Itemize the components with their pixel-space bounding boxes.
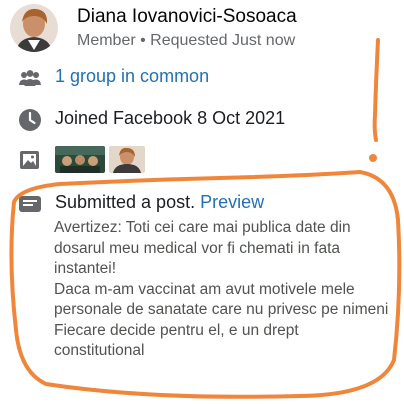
profile-header[interactable]: Diana Iovanovici-Sosoaca Member • Reques… [10, 4, 390, 54]
photo-icon [20, 151, 39, 169]
photo-thumbnail[interactable] [55, 146, 105, 173]
membership-status: Member • Requested Just now [77, 32, 296, 49]
photo-thumbnail[interactable] [109, 146, 145, 173]
group-icon [19, 70, 41, 86]
preview-link[interactable]: Preview [200, 192, 264, 212]
avatar[interactable] [10, 4, 58, 52]
groups-in-common-link[interactable]: 1 group in common [55, 66, 209, 87]
post-line: Fiecare decide pentru el, e un drept con… [54, 321, 299, 360]
groups-in-common-row[interactable]: 1 group in common [18, 64, 378, 92]
post-preview-text: Avertizez: Toti cei care mai publica dat… [54, 218, 389, 362]
clock-icon [19, 109, 41, 131]
photos-row[interactable] [18, 146, 378, 176]
submitted-post-text: Submitted a post. [55, 192, 196, 212]
post-action: Submitted a post. Preview [55, 192, 264, 213]
post-line: Daca m-am vaccinat am avut motivele mele… [54, 280, 389, 319]
joined-text: Joined Facebook 8 Oct 2021 [55, 108, 286, 128]
profile-name[interactable]: Diana Iovanovici-Sosoaca [77, 6, 297, 28]
joined-row: Joined Facebook 8 Oct 2021 [18, 106, 378, 134]
post-icon [19, 196, 41, 212]
post-line: Avertizez: Toti cei care mai publica dat… [54, 219, 351, 277]
submitted-post-row: Submitted a post. Preview [18, 190, 378, 218]
